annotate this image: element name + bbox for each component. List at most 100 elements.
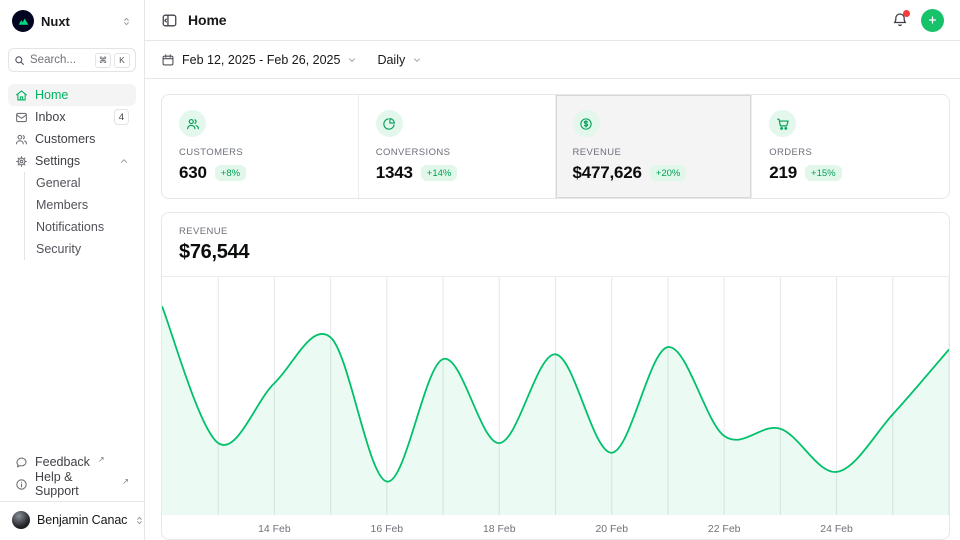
chart-title: REVENUE <box>179 226 932 237</box>
gear-icon <box>15 155 28 168</box>
x-axis-label: 18 Feb <box>483 524 516 535</box>
footer-link-label: Help & Support <box>35 470 114 498</box>
cart-icon <box>769 110 796 137</box>
stat-card-orders[interactable]: ORDERS 219 +15% <box>752 95 949 198</box>
stat-delta-badge: +15% <box>805 165 842 181</box>
sidebar-item-customers[interactable]: Customers <box>8 128 136 150</box>
notifications-button[interactable] <box>892 12 908 28</box>
stat-delta-badge: +14% <box>421 165 458 181</box>
stat-label: REVENUE <box>573 147 735 158</box>
inbox-count-badge: 4 <box>114 109 129 125</box>
stat-delta-badge: +8% <box>215 165 246 181</box>
search-placeholder: Search... <box>30 54 90 66</box>
search-input[interactable]: Search... ⌘ K <box>8 48 136 72</box>
stat-label: CONVERSIONS <box>376 147 538 158</box>
sidebar-item-label: Home <box>35 88 68 102</box>
circle-dollar-icon <box>573 110 600 137</box>
top-bar-actions <box>892 9 944 32</box>
stat-value: 1343 <box>376 163 413 183</box>
help-support-link[interactable]: Help & Support ↗ <box>8 473 136 495</box>
stat-label: ORDERS <box>769 147 932 158</box>
main-area: Home Feb 12, 2025 - Feb 26, 2025 <box>145 0 960 540</box>
users-icon <box>179 110 206 137</box>
stat-card-customers[interactable]: CUSTOMERS 630 +8% <box>162 95 359 198</box>
sidebar-item-members[interactable]: Members <box>25 194 136 216</box>
chevron-up-down-icon <box>121 16 132 27</box>
top-bar: Home <box>145 0 960 41</box>
x-axis-label: 16 Feb <box>371 524 404 535</box>
chart-total-value: $76,544 <box>179 241 932 264</box>
external-link-icon: ↗ <box>98 455 105 464</box>
sidebar-item-label: Settings <box>35 154 80 168</box>
app-window: Nuxt Search... ⌘ K Home <box>0 0 960 540</box>
add-button[interactable] <box>921 9 944 32</box>
collapse-sidebar-button[interactable] <box>161 12 178 29</box>
team-name: Nuxt <box>41 14 114 29</box>
stat-value: $477,626 <box>573 163 642 183</box>
x-axis-label: 24 Feb <box>820 524 853 535</box>
stat-card-conversions[interactable]: CONVERSIONS 1343 +14% <box>359 95 556 198</box>
x-axis-label: 14 Feb <box>258 524 291 535</box>
chevron-up-down-icon <box>134 515 145 526</box>
sidebar: Nuxt Search... ⌘ K Home <box>0 0 145 540</box>
sidebar-nav: Home Inbox 4 Customers Settings <box>8 84 136 260</box>
sidebar-item-label: Customers <box>35 132 95 146</box>
chat-bubble-icon <box>15 456 28 469</box>
chevron-down-icon <box>412 55 422 65</box>
sidebar-item-label: General <box>36 176 80 190</box>
sidebar-item-label: Members <box>36 198 88 212</box>
revenue-area-chart: 14 Feb 16 Feb 18 Feb 20 Feb 22 Feb 24 Feb <box>162 277 949 539</box>
page-title: Home <box>188 12 227 28</box>
avatar <box>12 511 30 529</box>
sidebar-item-label: Notifications <box>36 220 104 234</box>
sidebar-item-label: Security <box>36 242 81 256</box>
notification-dot <box>903 10 910 17</box>
plus-icon <box>927 14 938 26</box>
stat-delta-badge: +20% <box>650 165 687 181</box>
kbd-k-key: K <box>114 53 130 68</box>
chevron-down-icon <box>347 55 357 65</box>
search-icon <box>14 55 25 66</box>
external-link-icon: ↗ <box>122 477 129 486</box>
sidebar-item-settings[interactable]: Settings <box>8 150 136 172</box>
settings-subnav: General Members Notifications Security <box>24 172 136 260</box>
date-range-label: Feb 12, 2025 - Feb 26, 2025 <box>182 53 340 67</box>
date-range-picker[interactable]: Feb 12, 2025 - Feb 26, 2025 <box>161 53 357 67</box>
sidebar-divider <box>0 501 144 502</box>
period-label: Daily <box>377 53 405 67</box>
sidebar-item-notifications[interactable]: Notifications <box>25 216 136 238</box>
sidebar-footer: Feedback ↗ Help & Support ↗ Benjamin Can… <box>8 451 136 532</box>
period-select[interactable]: Daily <box>377 53 422 67</box>
stat-value: 630 <box>179 163 207 183</box>
chevron-up-icon <box>119 156 129 166</box>
team-switcher[interactable]: Nuxt <box>8 8 136 34</box>
footer-link-label: Feedback <box>35 455 90 469</box>
users-icon <box>15 133 28 146</box>
x-axis-label: 20 Feb <box>595 524 628 535</box>
chart-header: REVENUE $76,544 <box>162 213 949 277</box>
dashboard-content: CUSTOMERS 630 +8% CONVERSIONS 1343 +14% <box>145 79 960 540</box>
user-menu[interactable]: Benjamin Canac <box>8 508 136 532</box>
info-circle-icon <box>15 478 28 491</box>
x-axis-label: 22 Feb <box>708 524 741 535</box>
kbd-meta-key: ⌘ <box>95 53 111 68</box>
sidebar-item-security[interactable]: Security <box>25 238 136 260</box>
inbox-icon <box>15 111 28 124</box>
stat-value: 219 <box>769 163 797 183</box>
filter-bar: Feb 12, 2025 - Feb 26, 2025 Daily <box>145 41 960 79</box>
calendar-icon <box>161 53 175 67</box>
sidebar-item-inbox[interactable]: Inbox 4 <box>8 106 136 128</box>
stats-row: CUSTOMERS 630 +8% CONVERSIONS 1343 +14% <box>161 94 950 199</box>
search-shortcut: ⌘ K <box>95 53 130 68</box>
sidebar-item-home[interactable]: Home <box>8 84 136 106</box>
nuxt-logo-icon <box>12 10 34 32</box>
user-name: Benjamin Canac <box>37 513 127 527</box>
sidebar-item-label: Inbox <box>35 110 66 124</box>
chart-plot-area[interactable]: 14 Feb 16 Feb 18 Feb 20 Feb 22 Feb 24 Feb <box>162 277 949 539</box>
revenue-chart-card: REVENUE $76,544 14 Feb 16 Feb 18 Feb 20 Feb… <box>161 212 950 540</box>
chart-pie-icon <box>376 110 403 137</box>
home-icon <box>15 89 28 102</box>
stat-label: CUSTOMERS <box>179 147 341 158</box>
sidebar-item-general[interactable]: General <box>25 172 136 194</box>
stat-card-revenue[interactable]: REVENUE $477,626 +20% <box>556 95 753 198</box>
